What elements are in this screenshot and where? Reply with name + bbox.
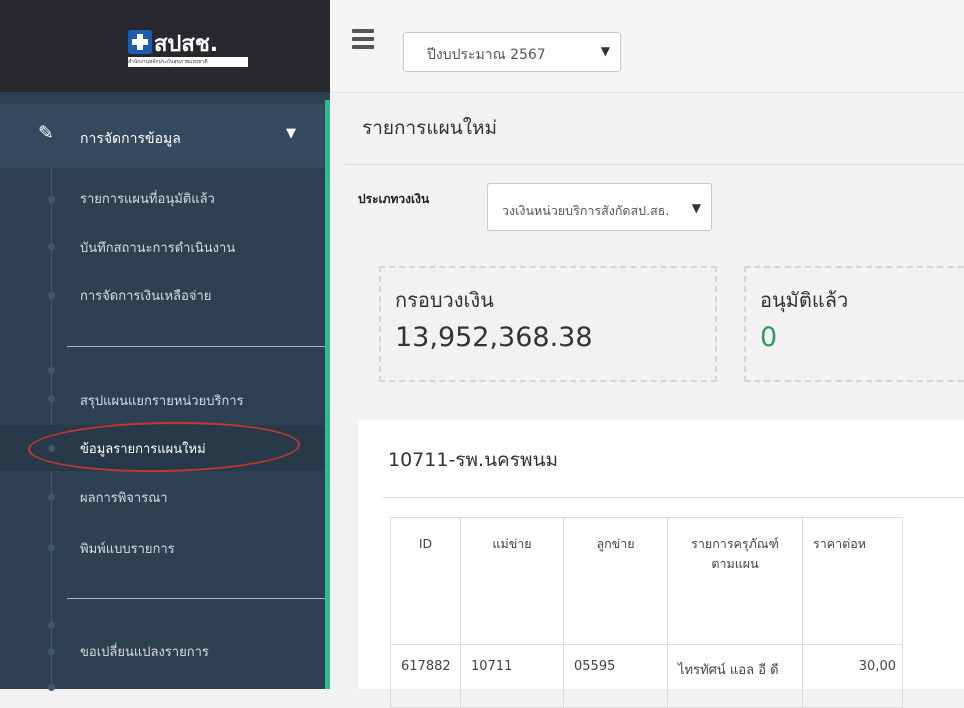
- sidebar-item-print-forms[interactable]: พิมพ์แบบรายการ: [80, 538, 175, 559]
- logo-subtext: สำนักงานหลักประกันสุขภาพแห่งชาติ: [128, 57, 248, 67]
- column-header[interactable]: ราคาต่อห: [802, 517, 903, 645]
- budget-card: กรอบวงเงิน 13,952,368.38: [379, 266, 717, 382]
- sidebar-item-approved-plans[interactable]: รายการแผนที่อนุมัติแล้ว: [80, 188, 215, 209]
- menu-head-label: การจัดการข้อมูล: [80, 131, 181, 147]
- chevron-down-icon[interactable]: ▼: [286, 126, 296, 141]
- approved-card: อนุมัติแล้ว 0: [744, 266, 964, 382]
- table-row[interactable]: 617882 10711 05595 ไทรทัศน์ แอล อี ดี 30…: [390, 644, 903, 708]
- table-cell-main-network: 10711: [460, 644, 564, 708]
- column-header-text: ID: [418, 536, 433, 551]
- sidebar-divider: [67, 598, 325, 599]
- title-divider: [345, 164, 964, 165]
- table-cell-equipment: ไทรทัศน์ แอล อี ดี: [667, 644, 803, 708]
- edit-icon: ✎: [38, 122, 54, 144]
- column-header[interactable]: แม่ข่าย: [460, 517, 564, 645]
- fund-type-value: วงเงินหน่วยบริการสังกัดสป.สธ.: [502, 203, 670, 218]
- sidebar-accent-bar: [325, 100, 330, 689]
- logo-bar: สปสช. สำนักงานหลักประกันสุขภาพแห่งชาติ: [0, 0, 330, 92]
- column-header-text: รายการครุภัณฑ์ ตามแผน: [691, 536, 779, 571]
- timeline-dot: [48, 243, 55, 250]
- sidebar-item-remaining-funds[interactable]: การจัดการเงินเหลือจ่าย: [80, 285, 211, 306]
- table-header-row: ID แม่ข่าย ลูกข่าย รายการครุภัณฑ์ ตามแผน…: [390, 517, 903, 645]
- column-header-text: ราคาต่อห: [813, 536, 866, 551]
- sidebar-item-progress-status[interactable]: บันทึกสถานะการดำเนินงาน: [80, 237, 235, 258]
- menu-data-management[interactable]: ✎ การจัดการข้อมูล ▼: [0, 104, 325, 168]
- chevron-down-icon: ▼: [600, 44, 610, 58]
- sidebar-item-change-request[interactable]: ขอเปลี่ยนแปลงรายการ: [80, 641, 209, 662]
- panel-title: 10711-รพ.นครพนม: [388, 449, 559, 471]
- timeline-dot: [48, 395, 55, 402]
- table-cell-sub-network: 05595: [563, 644, 668, 708]
- sidebar: สปสช. สำนักงานหลักประกันสุขภาพแห่งชาติ ✎…: [0, 0, 330, 691]
- timeline-dot: [48, 494, 55, 501]
- column-header-text: แม่ข่าย: [492, 536, 532, 551]
- timeline-dot: [48, 622, 55, 629]
- fund-type-select[interactable]: วงเงินหน่วยบริการสังกัดสป.สธ. ▼: [487, 183, 712, 231]
- sidebar-item-plan-summary[interactable]: สรุปแผนแยกรายหน่วยบริการ: [80, 390, 244, 411]
- timeline-dot: [48, 196, 55, 203]
- column-header[interactable]: รายการครุภัณฑ์ ตามแผน: [667, 517, 803, 645]
- approved-card-label: อนุมัติแล้ว: [760, 288, 849, 312]
- column-header[interactable]: ลูกข่าย: [563, 517, 668, 645]
- budget-card-label: กรอบวงเงิน: [395, 288, 494, 312]
- sidebar-divider: [67, 346, 325, 347]
- hospital-panel: 10711-รพ.นครพนม ID แม่ข่าย ลูกข่าย รายกา…: [358, 420, 964, 708]
- page-title: รายการแผนใหม่: [362, 117, 498, 139]
- chevron-down-icon: ▼: [691, 201, 701, 215]
- hamburger-menu-icon[interactable]: [352, 29, 374, 53]
- timeline-dot: [48, 367, 55, 374]
- column-header[interactable]: ID: [390, 517, 461, 645]
- timeline-dot: [48, 684, 55, 691]
- budget-card-value: 13,952,368.38: [395, 322, 593, 353]
- table-cell-id: 617882: [390, 644, 461, 708]
- fund-type-label: ประเภทวงเงิน: [358, 192, 430, 206]
- fiscal-year-value: ปีงบประมาณ 2567: [427, 47, 546, 63]
- timeline-dot: [48, 648, 55, 655]
- column-header-text: ลูกข่าย: [596, 536, 635, 551]
- cross-icon: [128, 30, 152, 54]
- nhso-logo[interactable]: สปสช. สำนักงานหลักประกันสุขภาพแห่งชาติ: [128, 28, 248, 68]
- approved-card-value: 0: [760, 322, 778, 353]
- panel-divider: [383, 497, 964, 498]
- plan-table: ID แม่ข่าย ลูกข่าย รายการครุภัณฑ์ ตามแผน…: [390, 517, 903, 708]
- fiscal-year-select[interactable]: ปีงบประมาณ 2567 ▼: [403, 32, 621, 72]
- sidebar-item-review-results[interactable]: ผลการพิจารณา: [80, 487, 168, 508]
- topbar: ปีงบประมาณ 2567 ▼: [330, 0, 964, 93]
- timeline-dot: [48, 292, 55, 299]
- logo-text: สปสช.: [154, 32, 219, 57]
- timeline-dot: [48, 544, 55, 551]
- table-cell-unit-price: 30,00: [802, 644, 903, 708]
